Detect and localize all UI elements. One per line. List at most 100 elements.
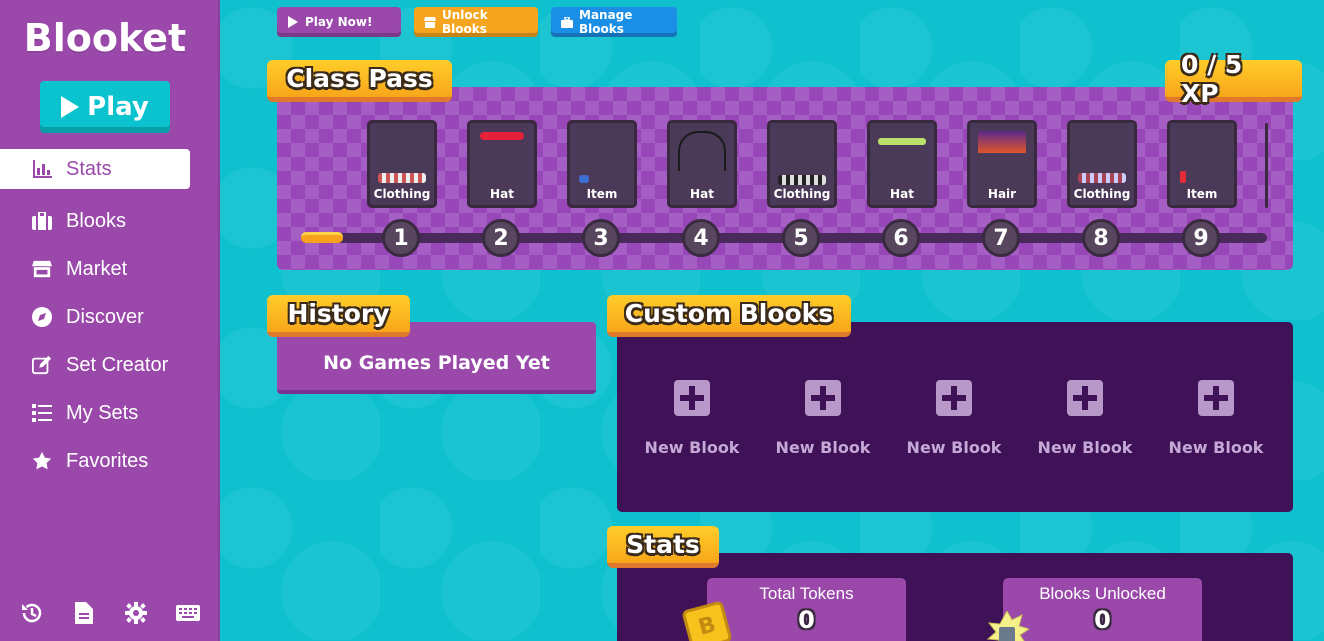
- sidebar-item-label: Stats: [66, 157, 112, 180]
- reward-card[interactable]: Item: [567, 120, 637, 208]
- gear-icon[interactable]: [124, 601, 148, 625]
- reward-card[interactable]: Clothing: [1067, 120, 1137, 208]
- plus-icon: [936, 380, 972, 416]
- hat-icon: [678, 131, 726, 171]
- new-blook-button[interactable]: New Blook: [763, 380, 883, 457]
- reward-label: Item: [1186, 187, 1218, 201]
- sidebar-item-blooks[interactable]: Blooks: [0, 197, 220, 245]
- level-badge: 2: [482, 219, 520, 257]
- list-icon: [32, 403, 52, 423]
- level-badge: 7: [982, 219, 1020, 257]
- new-blook-label: New Blook: [1168, 438, 1264, 457]
- class-pass-title: Class Pass: [267, 60, 452, 102]
- chart-icon: [32, 159, 52, 179]
- custom-blooks-title: Custom Blooks: [607, 295, 851, 337]
- reward-label: Hat: [490, 187, 514, 201]
- sidebar-item-label: Favorites: [66, 449, 149, 472]
- sidebar-bottom-icons: [20, 601, 200, 625]
- compass-icon: [32, 307, 52, 327]
- item-icon: [579, 175, 589, 183]
- level-badge: 9: [1182, 219, 1220, 257]
- total-tokens-card: Total Tokens 0: [707, 578, 906, 641]
- edit-icon: [32, 355, 52, 375]
- sidebar-item-label: Set Creator: [66, 353, 169, 376]
- reward-card[interactable]: Hat: [667, 120, 737, 208]
- plus-icon: [1198, 380, 1234, 416]
- new-blook-button[interactable]: New Blook: [894, 380, 1014, 457]
- document-icon[interactable]: [72, 601, 96, 625]
- history-title: History: [267, 295, 410, 337]
- reward-label: Clothing: [373, 187, 431, 201]
- level-badge: 1: [382, 219, 420, 257]
- stat-title: Total Tokens: [759, 584, 854, 603]
- unlock-blooks-label: Unlock Blooks: [442, 8, 488, 36]
- reward-label: Clothing: [773, 187, 831, 201]
- reward-label: Item: [586, 187, 618, 201]
- clothing-icon: [778, 175, 826, 185]
- manage-blooks-button[interactable]: Manage Blooks: [551, 7, 677, 37]
- reward-label: Clothing: [1073, 187, 1131, 201]
- new-blook-button[interactable]: New Blook: [1156, 380, 1276, 457]
- class-pass-panel: Clothing Hat Item Hat Clothing Hat Hair …: [277, 87, 1293, 270]
- manage-blooks-label: Manage Blooks: [579, 8, 633, 36]
- star-icon: [32, 451, 52, 471]
- sidebar-item-stats[interactable]: Stats: [0, 149, 190, 189]
- sidebar-item-set-creator[interactable]: Set Creator: [0, 341, 220, 389]
- play-icon: [287, 16, 299, 28]
- stat-value: 0: [798, 606, 815, 634]
- store-icon: [32, 259, 52, 279]
- play-label: Play: [87, 92, 149, 122]
- sidebar-item-discover[interactable]: Discover: [0, 293, 220, 341]
- reward-card[interactable]: Hat: [867, 120, 937, 208]
- reward-card[interactable]: Clothing: [367, 120, 437, 208]
- sidebar-item-favorites[interactable]: Favorites: [0, 437, 220, 485]
- play-button[interactable]: Play: [40, 81, 170, 133]
- hair-icon: [978, 131, 1026, 153]
- stat-title: Blooks Unlocked: [1039, 584, 1166, 603]
- sidebar-item-market[interactable]: Market: [0, 245, 220, 293]
- history-empty-text: No Games Played Yet: [323, 352, 550, 374]
- reward-card[interactable]: Item: [1167, 120, 1237, 208]
- new-blook-label: New Blook: [906, 438, 1002, 457]
- sidebar-item-label: Discover: [66, 305, 144, 328]
- reward-label: Hat: [890, 187, 914, 201]
- level-badge: 6: [882, 219, 920, 257]
- store-icon: [424, 16, 436, 28]
- reward-label: Hair: [987, 187, 1017, 201]
- keyboard-icon[interactable]: [176, 601, 200, 625]
- clothing-icon: [1078, 173, 1126, 183]
- sidebar-item-label: Market: [66, 257, 128, 280]
- plus-icon: [805, 380, 841, 416]
- hat-icon: [878, 138, 926, 145]
- blooks-unlocked-card: Blooks Unlocked 0: [1003, 578, 1202, 641]
- new-blook-button[interactable]: New Blook: [632, 380, 752, 457]
- hat-icon: [480, 132, 524, 140]
- unlock-blooks-button[interactable]: Unlock Blooks: [414, 7, 538, 37]
- blook-burst-icon: [985, 609, 1031, 641]
- new-blook-label: New Blook: [775, 438, 871, 457]
- briefcase-icon: [561, 16, 573, 28]
- sidebar-item-my-sets[interactable]: My Sets: [0, 389, 220, 437]
- briefcase-icon: [32, 211, 52, 231]
- xp-counter: 0 / 5 XP: [1165, 50, 1302, 108]
- reward-card[interactable]: Clothing: [767, 120, 837, 208]
- custom-blooks-panel: New Blook New Blook New Blook New Blook …: [617, 322, 1293, 512]
- reward-card[interactable]: Hair: [967, 120, 1037, 208]
- reward-card[interactable]: Hat: [467, 120, 537, 208]
- pass-scrollbar[interactable]: [1265, 123, 1268, 208]
- new-blook-button[interactable]: New Blook: [1025, 380, 1145, 457]
- new-blook-label: New Blook: [644, 438, 740, 457]
- stat-value: 0: [1094, 606, 1111, 634]
- plus-icon: [1067, 380, 1103, 416]
- item-icon: [1180, 171, 1186, 183]
- logo: Blooket: [23, 16, 187, 60]
- sidebar-nav: Stats Blooks Market Discover Set Creator: [0, 149, 220, 485]
- new-blook-label: New Blook: [1037, 438, 1133, 457]
- plus-icon: [674, 380, 710, 416]
- level-badge: 4: [682, 219, 720, 257]
- level-badge: 3: [582, 219, 620, 257]
- history-icon[interactable]: [20, 601, 44, 625]
- play-icon: [61, 96, 80, 118]
- play-now-button[interactable]: Play Now!: [277, 7, 401, 37]
- pass-progress-fill: [301, 232, 343, 243]
